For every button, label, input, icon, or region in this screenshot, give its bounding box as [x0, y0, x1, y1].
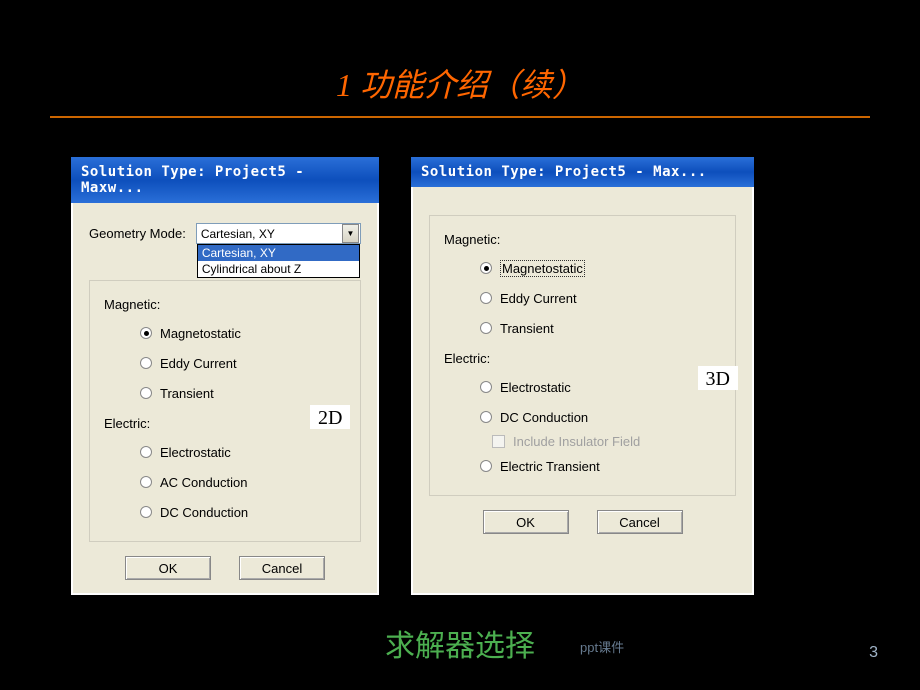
radio-magnetostatic-2d[interactable]: Magnetostatic: [140, 320, 346, 346]
combo-dropdown: Cartesian, XY Cylindrical about Z: [197, 244, 360, 278]
titlebar-2d: Solution Type: Project5 - Maxw...: [71, 157, 379, 203]
checkbox-icon: [492, 435, 505, 448]
footer-caption: 求解器选择: [0, 621, 920, 665]
cancel-button[interactable]: Cancel: [597, 510, 683, 534]
radio-label: DC Conduction: [160, 505, 248, 520]
radio-label: Electrostatic: [500, 380, 571, 395]
combo-option-cartesian[interactable]: Cartesian, XY: [198, 245, 359, 261]
combo-option-cylindrical[interactable]: Cylindrical about Z: [198, 261, 359, 277]
radio-label: Eddy Current: [500, 291, 577, 306]
radio-icon: [140, 476, 152, 488]
titlebar-3d: Solution Type: Project5 - Max...: [411, 157, 754, 187]
solution-groupbox-3d: Magnetic: Magnetostatic Eddy Current Tra…: [429, 215, 736, 496]
radio-eddy-3d[interactable]: Eddy Current: [480, 285, 721, 311]
radio-electrostatic-3d[interactable]: Electrostatic: [480, 374, 721, 400]
radio-magnetostatic-3d[interactable]: Magnetostatic: [480, 255, 721, 281]
slide-title: 1 功能介绍（续）: [0, 0, 920, 114]
radio-transient-2d[interactable]: Transient: [140, 380, 346, 406]
label-3d-patch: 3D: [698, 366, 738, 390]
chevron-down-icon[interactable]: ▼: [342, 224, 359, 243]
magnetic-label-2d: Magnetic:: [104, 297, 346, 312]
title-underline: [50, 116, 870, 118]
dialogs-container: Solution Type: Project5 - Maxw... Geomet…: [0, 156, 920, 596]
radio-icon: [140, 357, 152, 369]
radio-icon: [140, 327, 152, 339]
combo-value: Cartesian, XY: [197, 227, 341, 241]
radio-icon: [480, 460, 492, 472]
radio-label: Transient: [500, 321, 554, 336]
magnetic-label-3d: Magnetic:: [444, 232, 721, 247]
radio-label: AC Conduction: [160, 475, 247, 490]
solution-type-2d-dialog: Solution Type: Project5 - Maxw... Geomet…: [70, 156, 380, 596]
footer-note: ppt课件: [580, 637, 624, 656]
radio-label: Transient: [160, 386, 214, 401]
include-insulator-checkbox: Include Insulator Field: [492, 434, 721, 449]
radio-label: Magnetostatic: [500, 260, 585, 277]
radio-label: DC Conduction: [500, 410, 588, 425]
radio-electrostatic-2d[interactable]: Electrostatic: [140, 439, 346, 465]
checkbox-label: Include Insulator Field: [513, 434, 640, 449]
radio-icon: [480, 322, 492, 334]
radio-dc-conduction-2d[interactable]: DC Conduction: [140, 499, 346, 525]
radio-label: Magnetostatic: [160, 326, 241, 341]
radio-ac-conduction-2d[interactable]: AC Conduction: [140, 469, 346, 495]
radio-icon: [480, 411, 492, 423]
radio-icon: [480, 292, 492, 304]
ok-button[interactable]: OK: [483, 510, 569, 534]
label-2d-patch: 2D: [310, 405, 350, 429]
radio-dc-conduction-3d[interactable]: DC Conduction: [480, 404, 721, 430]
geometry-mode-label: Geometry Mode:: [89, 226, 186, 241]
radio-icon: [140, 506, 152, 518]
page-number: 3: [869, 644, 878, 662]
radio-icon: [140, 387, 152, 399]
geometry-mode-combo[interactable]: Cartesian, XY ▼ Cartesian, XY Cylindrica…: [196, 223, 361, 244]
dialog-body-2d: Geometry Mode: Cartesian, XY ▼ Cartesian…: [71, 203, 379, 590]
radio-transient-3d[interactable]: Transient: [480, 315, 721, 341]
electric-label-3d: Electric:: [444, 351, 721, 366]
button-row-2d: OK Cancel: [89, 556, 361, 580]
radio-label: Electric Transient: [500, 459, 600, 474]
radio-electric-transient-3d[interactable]: Electric Transient: [480, 453, 721, 479]
ok-button[interactable]: OK: [125, 556, 211, 580]
radio-label: Electrostatic: [160, 445, 231, 460]
button-row-3d: OK Cancel: [429, 510, 736, 534]
cancel-button[interactable]: Cancel: [239, 556, 325, 580]
radio-icon: [140, 446, 152, 458]
radio-icon: [480, 262, 492, 274]
radio-eddy-2d[interactable]: Eddy Current: [140, 350, 346, 376]
radio-icon: [480, 381, 492, 393]
geometry-mode-row: Geometry Mode: Cartesian, XY ▼ Cartesian…: [89, 223, 361, 244]
solution-type-3d-dialog: Solution Type: Project5 - Max... Magneti…: [410, 156, 755, 596]
radio-label: Eddy Current: [160, 356, 237, 371]
